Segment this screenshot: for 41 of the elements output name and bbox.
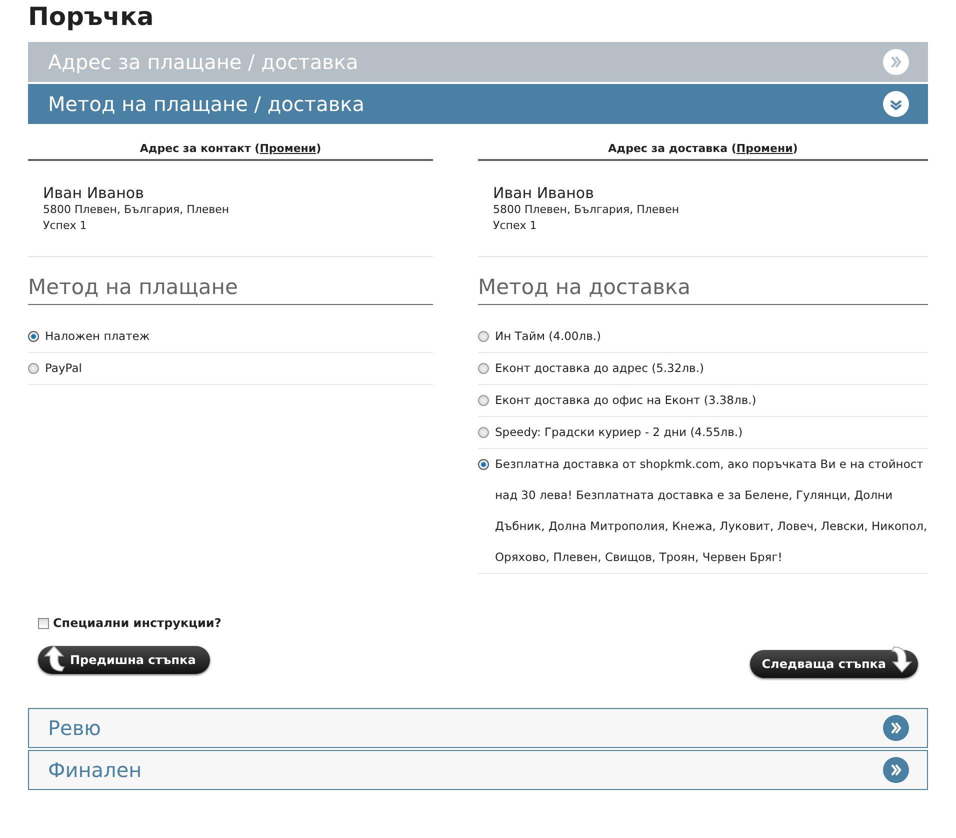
section-title: Метод на доставка [478, 275, 928, 305]
forward-chevron-icon [883, 715, 909, 741]
radio-button[interactable] [28, 363, 39, 374]
step-header[interactable]: Метод на плащане / доставка [28, 84, 928, 124]
option-label: Speedy: Градски куриер - 2 дни (4.55лв.) [495, 424, 744, 441]
radio-button[interactable] [28, 331, 39, 342]
step-title: Метод на плащане / доставка [48, 92, 364, 116]
forward-chevron-icon [883, 49, 909, 75]
step-header[interactable]: Финален [28, 750, 928, 790]
contact-name: Иван Иванов [43, 184, 145, 202]
forward-chevron-icon [883, 757, 909, 783]
change-link[interactable]: Промени [736, 142, 793, 155]
address-line: 5800 Плевен, България, Плевен [493, 202, 680, 218]
radio-button[interactable] [478, 331, 489, 342]
change-link[interactable]: Промени [260, 142, 316, 155]
option-label: Еконт доставка до офис на Еконт (3.38лв.) [495, 392, 758, 409]
contact-name: Иван Иванов [493, 184, 595, 202]
step-header[interactable]: Ревю [28, 708, 928, 748]
radio-button[interactable] [478, 395, 489, 406]
checkbox[interactable] [38, 618, 49, 628]
address-line: Успех 1 [43, 218, 88, 234]
step-title: Финален [48, 758, 142, 782]
expand-chevron-icon [883, 91, 909, 117]
previous-step-button[interactable]: Предишна стъпка [38, 646, 210, 674]
checkbox-label: Специални инструкции? [53, 616, 222, 630]
address-heading: Адрес за контакт (Промени) [28, 142, 433, 161]
option-label: Еконт доставка до адрес (5.32лв.) [495, 360, 705, 377]
section-title: Метод на плащане [28, 275, 433, 305]
option-label: PayPal [45, 360, 83, 377]
radio-button[interactable] [478, 459, 489, 470]
option-label: Ин Тайм (4.00лв.) [495, 328, 602, 345]
step-title: Ревю [48, 716, 101, 740]
option-label: Наложен платеж [45, 328, 151, 345]
radio-button[interactable] [478, 427, 489, 438]
address-line: 5800 Плевен, България, Плевен [43, 202, 230, 218]
address-heading: Адрес за доставка (Промени) [478, 142, 928, 161]
radio-button[interactable] [478, 363, 489, 374]
option-label: Безплатна доставка от shopkmk.com, ако поръчката Ви е на стойност над 30 лева! Безплатната доставка е за Белене, Гулянци, Долни Дъбник, Долна Митрополия, Кнежа, Луковит, Ловеч, Левски, Никопол, Оряхово, Плевен, Свищов, Троян, Червен Бряг! [495, 456, 928, 566]
page-title: Поръчка [28, 2, 155, 31]
address-line: Успех 1 [493, 218, 538, 234]
step-title: Адрес за плащане / доставка [48, 50, 358, 74]
